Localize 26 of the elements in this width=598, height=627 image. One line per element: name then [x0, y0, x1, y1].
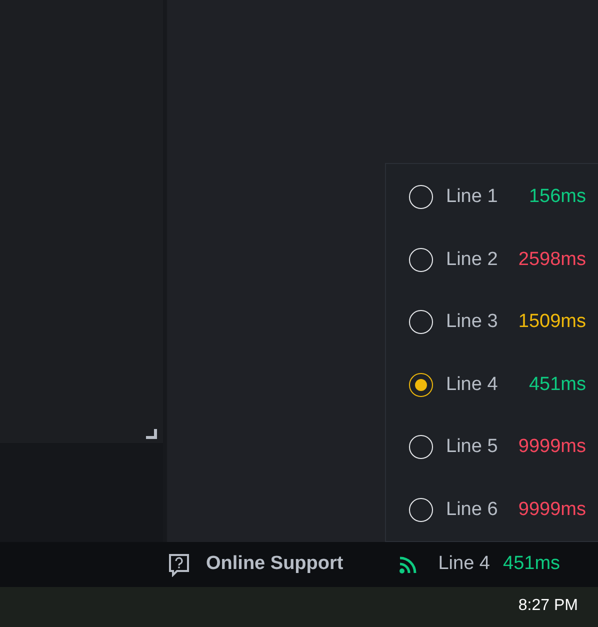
- line-option[interactable]: Line 4 451ms: [386, 354, 598, 416]
- line-label: Line 4: [446, 372, 498, 396]
- line-label: Line 1: [446, 185, 498, 209]
- clock-time: 8:27 PM: [518, 596, 578, 616]
- radio-button[interactable]: [409, 372, 433, 397]
- help-chat-icon[interactable]: [168, 552, 190, 576]
- online-support-link[interactable]: Online Support: [206, 550, 344, 579]
- resize-handle-icon[interactable]: [146, 429, 157, 439]
- line-option[interactable]: Line 2 2598ms: [386, 228, 598, 291]
- line-label: Line 2: [446, 248, 498, 272]
- line-option[interactable]: Line 3 1509ms: [386, 291, 598, 354]
- latency-value: 1509ms: [518, 310, 586, 334]
- line-option[interactable]: Line 6 9999ms: [386, 478, 598, 541]
- line-option[interactable]: Line 5 9999ms: [386, 416, 598, 478]
- latency-value: 451ms: [528, 372, 586, 396]
- line-label: Line 6: [446, 498, 498, 522]
- current-latency: 451ms: [503, 552, 560, 576]
- latency-value: 156ms: [528, 185, 586, 209]
- current-line-label: Line 4: [438, 552, 490, 576]
- latency-value: 9999ms: [518, 435, 586, 459]
- line-option[interactable]: Line 1 156ms: [386, 166, 598, 228]
- latency-value: 2598ms: [518, 248, 586, 272]
- line-label: Line 5: [446, 435, 498, 459]
- latency-value: 9999ms: [518, 498, 586, 522]
- signal-icon: [399, 556, 418, 574]
- line-label: Line 3: [446, 310, 498, 334]
